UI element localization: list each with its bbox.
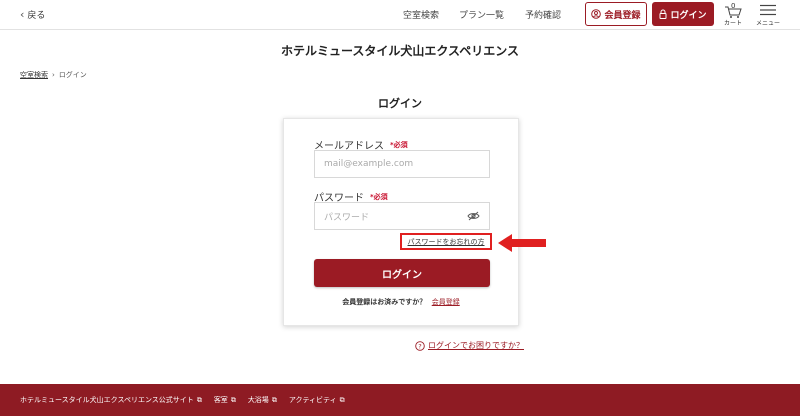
footer-link-label: ホテルミュースタイル犬山エクスペリエンス公式サイト — [20, 396, 194, 404]
login-help-label: ログインでお困りですか？ — [428, 341, 524, 350]
email-field[interactable]: mail@example.com — [314, 150, 490, 178]
footer-link-bath[interactable]: 大浴場 ⧉ — [248, 395, 277, 405]
login-help-link[interactable]: ? ログインでお困りですか？ — [415, 340, 524, 351]
footer-link-label: 大浴場 — [247, 396, 269, 404]
nav-vacancy-search[interactable]: 空室検索 — [403, 8, 439, 21]
chevron-right-icon: › — [52, 71, 55, 79]
required-badge: *必須 — [370, 192, 388, 201]
email-placeholder: mail@example.com — [324, 159, 414, 169]
footer-link-activities[interactable]: アクティビティ ⧉ — [289, 395, 345, 405]
hotel-title: ホテルミュースタイル犬山エクスペリエンス — [281, 44, 519, 58]
header-login-button[interactable]: ログイン — [652, 2, 714, 26]
password-placeholder: パスワード — [324, 212, 370, 223]
cart-label: カート — [723, 20, 742, 27]
chevron-left-icon: ‹ — [20, 8, 25, 21]
footer-link-rooms[interactable]: 客室 ⧉ — [214, 395, 236, 405]
login-card: メールアドレス *必須 mail@example.com パスワード *必須 パ… — [283, 118, 519, 326]
login-submit-button[interactable]: ログイン — [314, 259, 490, 287]
top-header: ‹ 戻る 空室検索 プラン一覧 予約確認 会員登録 ログイン 0 カート メニュ… — [0, 0, 800, 30]
back-link[interactable]: ‹ 戻る — [20, 8, 45, 21]
question-circle-icon: ? — [415, 340, 425, 351]
hamburger-icon — [760, 4, 776, 16]
forgot-password-link[interactable]: パスワードをお忘れの方 — [408, 237, 485, 247]
svg-text:?: ? — [418, 342, 421, 350]
back-label: 戻る — [27, 11, 46, 21]
user-circle-icon — [591, 9, 602, 19]
external-link-icon: ⧉ — [339, 395, 345, 404]
register-button-label: 会員登録 — [604, 10, 641, 21]
breadcrumb-current: ログイン — [58, 71, 87, 79]
footer-link-official-site[interactable]: ホテルミュースタイル犬山エクスペリエンス公式サイト ⧉ — [20, 395, 202, 405]
nav-reservation-check[interactable]: 予約確認 — [525, 8, 561, 21]
page-title: ログイン — [378, 97, 422, 110]
menu-label: メニュー — [755, 20, 780, 27]
lock-icon — [659, 9, 667, 19]
register-button[interactable]: 会員登録 — [585, 2, 647, 26]
footer: ホテルミュースタイル犬山エクスペリエンス公式サイト ⧉ 客室 ⧉ 大浴場 ⧉ ア… — [0, 384, 800, 416]
register-prompt: 会員登録はお済みですか？ — [342, 298, 427, 306]
breadcrumb: 空室検索 › ログイン — [20, 70, 87, 80]
nav-plan-list[interactable]: プラン一覧 — [459, 8, 504, 21]
register-prompt-row: 会員登録はお済みですか？ 会員登録 — [284, 297, 518, 307]
required-badge: *必須 — [390, 140, 408, 149]
header-login-label: ログイン — [670, 10, 707, 21]
menu-button[interactable]: メニュー — [754, 2, 782, 27]
password-field[interactable]: パスワード — [314, 202, 490, 230]
external-link-icon: ⧉ — [271, 395, 277, 404]
external-link-icon: ⧉ — [230, 395, 236, 404]
footer-link-label: 客室 — [213, 396, 228, 404]
eye-off-icon[interactable] — [467, 211, 480, 221]
register-link[interactable]: 会員登録 — [432, 298, 460, 306]
breadcrumb-home-link[interactable]: 空室検索 — [20, 70, 48, 80]
footer-link-label: アクティビティ — [288, 396, 337, 404]
forgot-password-highlight: パスワードをお忘れの方 — [400, 233, 492, 250]
external-link-icon: ⧉ — [196, 395, 202, 404]
arrow-left-icon — [498, 234, 546, 252]
cart-icon — [725, 6, 742, 18]
